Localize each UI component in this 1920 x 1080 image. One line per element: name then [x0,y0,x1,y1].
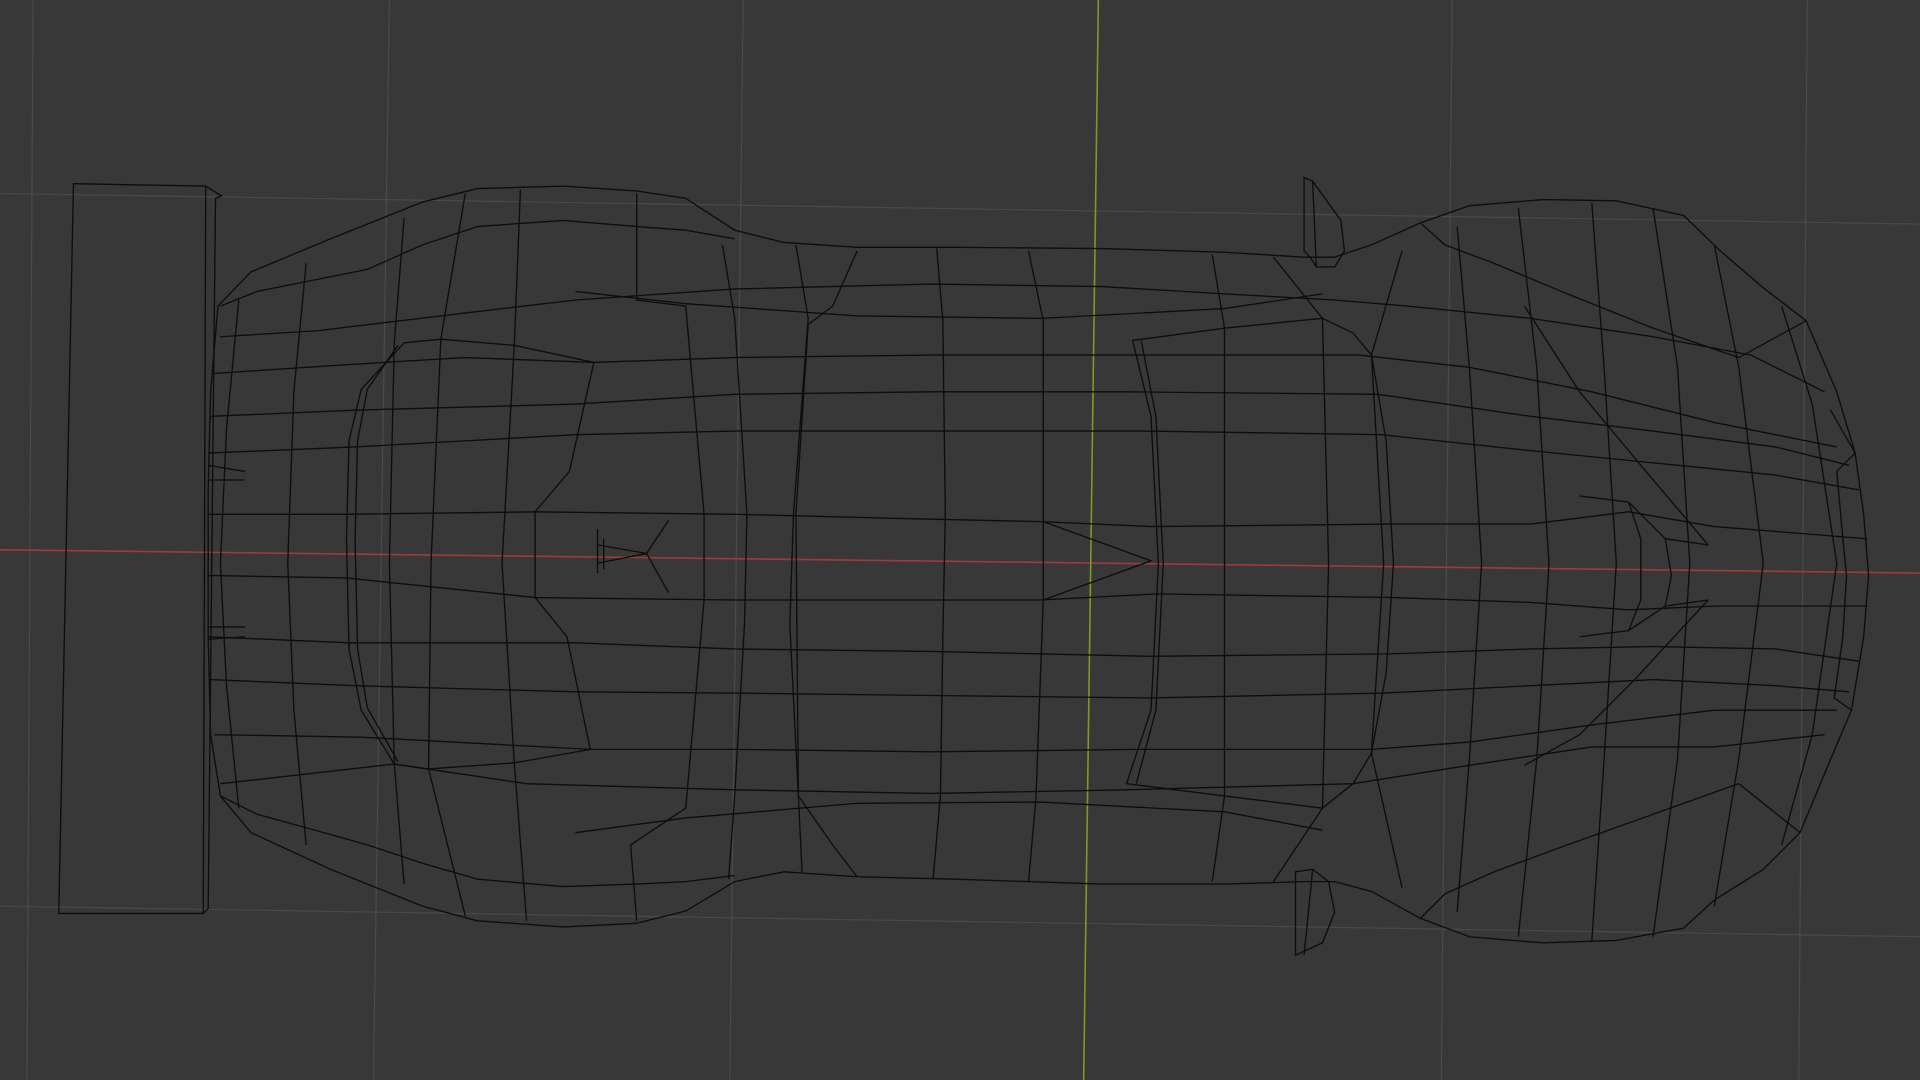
rear-wing[interactable] [58,182,224,915]
mesh-transverse-lines [219,189,1838,941]
y-axis-line [1082,0,1100,1080]
front-bumper [1830,409,1856,711]
3d-viewport[interactable] [0,0,1920,1080]
mesh-longitudinal-lines [208,283,1868,795]
windshield-inner [1135,340,1164,784]
front-fender-bottom [1419,782,1801,919]
hood-nose-detail [1579,495,1709,638]
rear-fender-top [220,219,735,307]
car-wireframe[interactable] [58,176,1870,957]
rear-fender-bottom [220,795,735,888]
wing-mount-upper [208,464,246,481]
mirror-top[interactable] [1303,176,1346,268]
hood-crease [1523,305,1709,766]
windshield-wiper [1043,520,1153,601]
front-fender-top [1419,222,1807,359]
viewport-canvas[interactable] [0,0,1920,1080]
